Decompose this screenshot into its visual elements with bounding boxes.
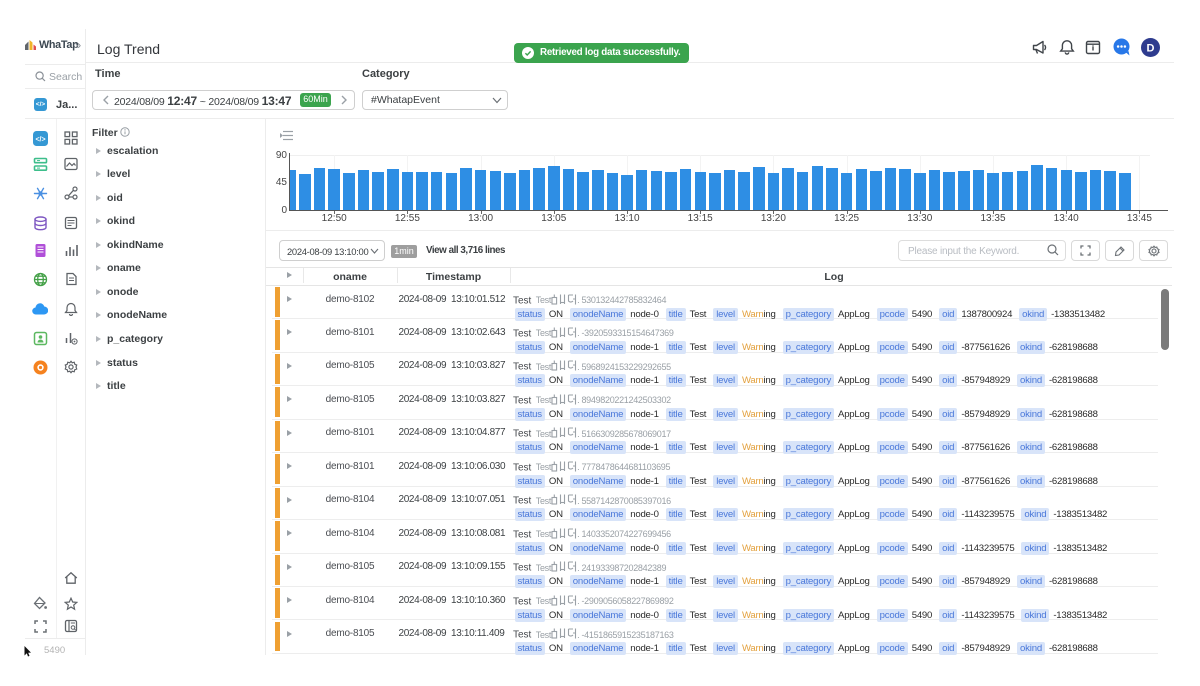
svg-text:D: D	[1146, 42, 1154, 54]
svg-text:</>: </>	[35, 136, 45, 143]
